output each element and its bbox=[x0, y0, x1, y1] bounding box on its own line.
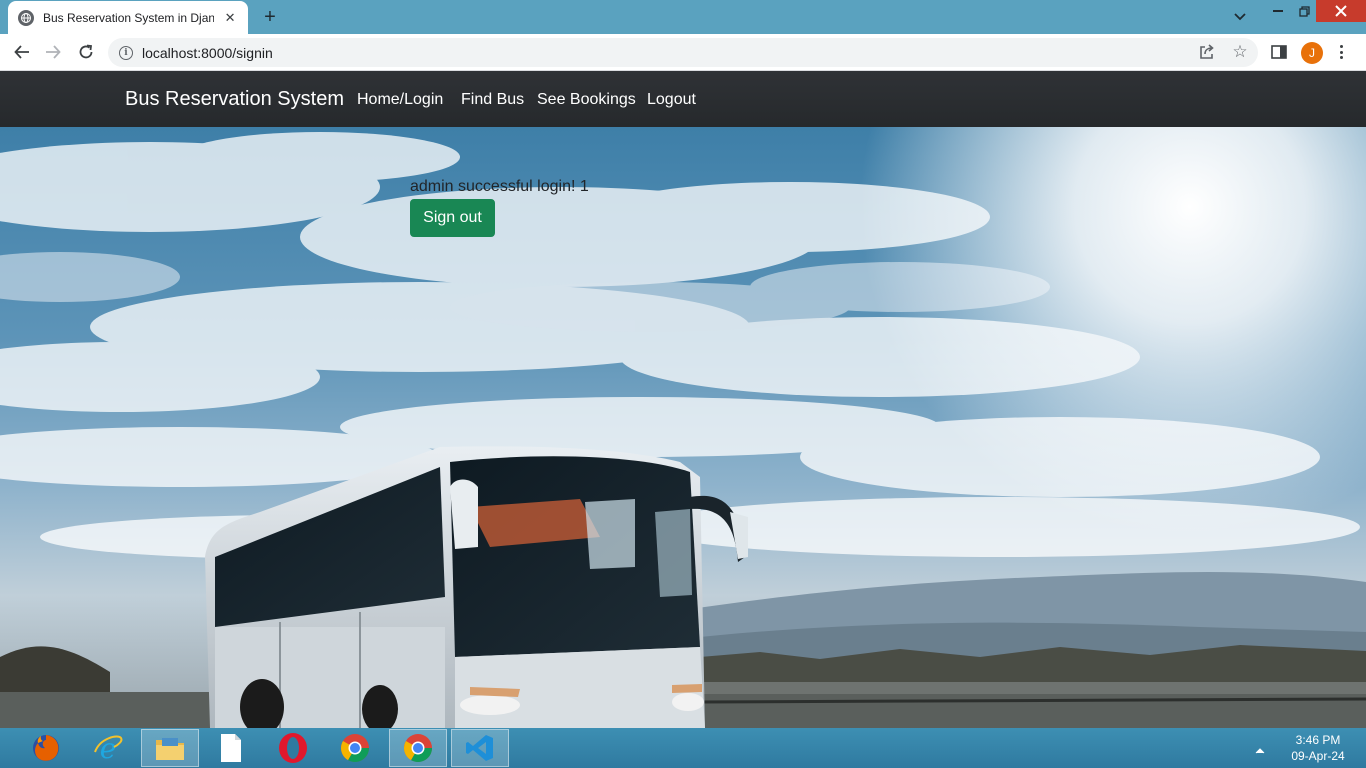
globe-icon bbox=[18, 9, 34, 26]
bookmark-star-icon[interactable]: ☆ bbox=[1230, 42, 1250, 62]
windows-taskbar: e 3:46 PM 09-Apr-24 bbox=[0, 728, 1366, 768]
reload-icon[interactable] bbox=[75, 42, 97, 62]
chrome-icon[interactable] bbox=[326, 729, 384, 767]
browser-toolbar: i localhost:8000/signin ☆ J bbox=[0, 34, 1366, 71]
nav-link-home-login[interactable]: Home/Login bbox=[357, 91, 443, 109]
info-icon[interactable]: i bbox=[119, 45, 133, 60]
vscode-icon[interactable] bbox=[451, 729, 509, 767]
internet-explorer-icon[interactable]: e bbox=[79, 729, 137, 767]
forward-arrow-icon[interactable] bbox=[42, 42, 64, 62]
nav-link-see-bookings[interactable]: See Bookings bbox=[537, 91, 636, 109]
window-close-icon[interactable] bbox=[1316, 0, 1366, 22]
chevron-down-icon[interactable] bbox=[1230, 8, 1250, 26]
side-panel-icon[interactable] bbox=[1271, 44, 1287, 60]
minimize-icon[interactable] bbox=[1266, 0, 1290, 22]
profile-avatar[interactable]: J bbox=[1301, 42, 1323, 64]
navbar-brand[interactable]: Bus Reservation System bbox=[125, 88, 344, 111]
url-text[interactable]: localhost:8000/signin bbox=[142, 45, 273, 61]
site-navbar: Bus Reservation System Home/Login Find B… bbox=[0, 71, 1366, 127]
nav-link-find-bus[interactable]: Find Bus bbox=[461, 91, 524, 109]
sign-out-button[interactable]: Sign out bbox=[410, 199, 495, 237]
clock-date: 09-Apr-24 bbox=[1291, 749, 1345, 763]
plus-icon[interactable]: + bbox=[258, 5, 282, 29]
show-hidden-icons-icon[interactable] bbox=[1255, 742, 1267, 754]
notepad-icon[interactable] bbox=[202, 729, 260, 767]
restore-icon[interactable] bbox=[1292, 0, 1316, 22]
kebab-menu-icon[interactable] bbox=[1338, 43, 1344, 61]
close-icon[interactable]: ✕ bbox=[222, 10, 238, 26]
nav-link-logout[interactable]: Logout bbox=[647, 91, 696, 109]
file-explorer-icon[interactable] bbox=[141, 729, 199, 767]
browser-tab[interactable]: Bus Reservation System in Djang ✕ bbox=[8, 1, 248, 34]
login-success-message: admin successful login! 1 bbox=[410, 178, 589, 195]
opera-icon[interactable] bbox=[264, 729, 322, 767]
hero-background: admin successful login! 1 Sign out bbox=[0, 127, 1366, 728]
firefox-icon[interactable] bbox=[17, 729, 75, 767]
browser-tab-strip: Bus Reservation System in Djang ✕ + bbox=[0, 0, 1366, 34]
bus-landscape-image bbox=[0, 127, 1366, 728]
address-bar[interactable]: i localhost:8000/signin bbox=[108, 38, 1258, 67]
share-icon[interactable] bbox=[1198, 43, 1216, 61]
back-arrow-icon[interactable] bbox=[11, 42, 33, 62]
chrome-icon[interactable] bbox=[389, 729, 447, 767]
tab-title: Bus Reservation System in Djang bbox=[43, 10, 215, 25]
taskbar-clock[interactable]: 3:46 PM 09-Apr-24 bbox=[1278, 732, 1358, 764]
clock-time: 3:46 PM bbox=[1295, 733, 1341, 747]
